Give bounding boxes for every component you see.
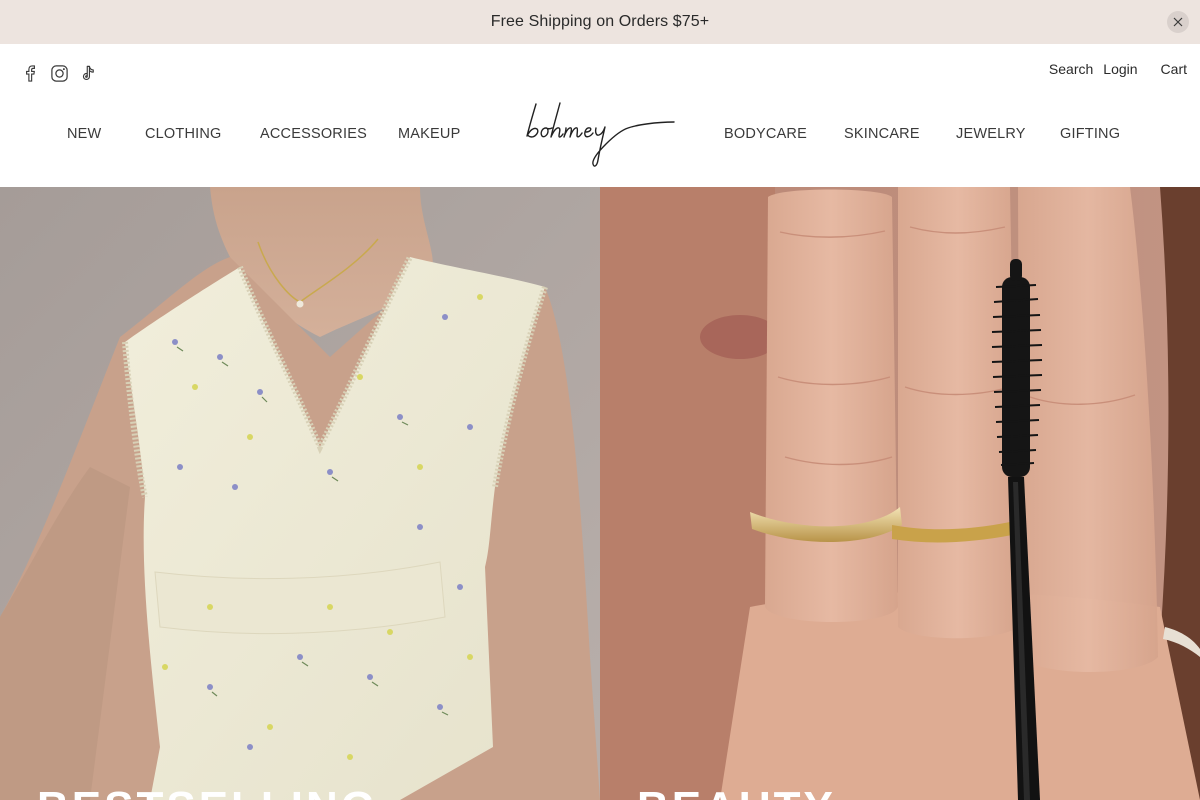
instagram-link[interactable] [50,64,69,83]
login-link[interactable]: Login [1103,61,1137,77]
social-links [21,64,98,83]
announcement-text[interactable]: Free Shipping on Orders $75+ [491,13,710,31]
announcement-bar: Free Shipping on Orders $75+ [0,0,1200,44]
tiktok-link[interactable] [79,64,98,83]
nav-item-skincare[interactable]: SKINCARE [844,126,920,142]
tiktok-icon [82,65,94,81]
nav-item-new[interactable]: NEW [67,126,101,142]
instagram-icon [51,65,68,82]
cart-link[interactable]: Cart [1161,61,1187,77]
facebook-icon [26,65,35,82]
search-link[interactable]: Search [1049,61,1093,77]
facebook-link[interactable] [21,64,40,83]
close-icon [1173,17,1183,27]
nav-item-gifting[interactable]: GIFTING [1060,126,1120,142]
nav-item-jewelry[interactable]: JEWELRY [956,126,1026,142]
nav-item-clothing[interactable]: CLOTHING [145,126,222,142]
hero-panel-bestselling[interactable]: BESTSELLING [0,187,600,800]
hero-panel-title: BEAUTY [637,783,836,800]
brand-logo[interactable] [524,100,678,170]
utility-links: Search Login Cart [1049,61,1187,77]
mascara-photo [600,187,1200,800]
hero-section: BESTSELLING [0,187,1200,800]
nav-item-makeup[interactable]: MAKEUP [398,126,460,142]
hero-panel-title: BESTSELLING [37,783,378,800]
site-header: Search Login Cart NEW CLOTHING ACCESSORI… [0,44,1200,187]
announcement-close-button[interactable] [1167,11,1189,33]
nav-item-bodycare[interactable]: BODYCARE [724,126,807,142]
hero-panel-beauty[interactable]: BEAUTY [600,187,1200,800]
nav-item-accessories[interactable]: ACCESSORIES [260,126,367,142]
model-photo [0,187,600,800]
